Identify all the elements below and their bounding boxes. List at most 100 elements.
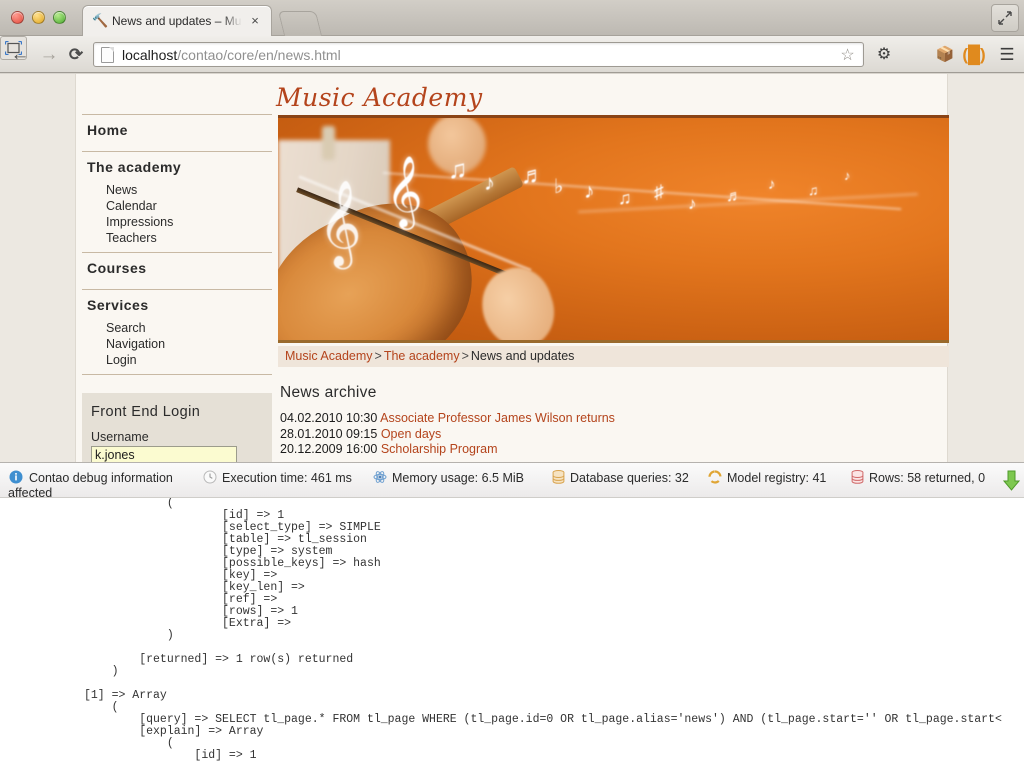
news-link[interactable]: Open days <box>381 427 441 441</box>
bookmark-star-icon[interactable]: ☆ <box>839 47 856 64</box>
debug-output-panel[interactable]: [ ] => ( [id] => 1 [select_type] => SIMP… <box>0 498 1024 768</box>
tab-title: News and updates – Music Academy <box>112 14 242 28</box>
nav-group-home: Home <box>82 115 272 151</box>
list-item: 04.02.2010 10:30 Associate Professor Jam… <box>280 411 940 427</box>
debug-item-memory-usage[interactable]: Memory usage: 6.5 MiB <box>392 471 524 486</box>
website-container: Music Academy Home The academy News Cale… <box>75 74 949 462</box>
sidebar-item-news[interactable]: News <box>82 182 272 198</box>
close-icon[interactable]: × <box>248 13 262 29</box>
browser-tabstrip: 🔨 News and updates – Music Academy × <box>0 0 1024 36</box>
music-note-icon: ♪ <box>768 176 776 193</box>
zoom-window-button[interactable] <box>53 11 66 24</box>
login-title: Front End Login <box>91 404 201 420</box>
debug-item-model-registry[interactable]: Model registry: 41 <box>727 471 826 486</box>
music-note-icon: ♫ <box>618 188 632 208</box>
fullscreen-expand-icon[interactable] <box>991 4 1019 32</box>
news-list: 04.02.2010 10:30 Associate Professor Jam… <box>280 411 940 458</box>
sidebar-item-navigation[interactable]: Navigation <box>82 336 272 352</box>
music-note-icon: ♭ <box>554 176 564 198</box>
minimize-window-button[interactable] <box>32 11 45 24</box>
reload-button[interactable]: ⟳ <box>65 44 87 66</box>
browser-toolbar: ← → ⟳ localhost/contao/core/en/news.html… <box>0 36 1024 73</box>
news-date: 28.01.2010 09:15 <box>280 426 378 441</box>
gear-icon[interactable]: ⚙ <box>872 44 896 66</box>
music-note-icon: ♪ <box>584 180 595 203</box>
username-input[interactable] <box>91 446 237 462</box>
music-note-icon: ♪ <box>688 194 697 213</box>
nav-group-services: Services Search Navigation Login <box>82 290 272 374</box>
address-bar[interactable]: localhost/contao/core/en/news.html ☆ <box>93 42 864 67</box>
back-button[interactable]: ← <box>9 44 31 66</box>
clock-icon <box>202 470 218 486</box>
main-navigation: Home The academy News Calendar Impressio… <box>82 114 272 375</box>
front-end-login-module: Front End Login Username <box>82 393 272 462</box>
url-path: /contao/core/en/news.html <box>177 47 341 63</box>
breadcrumb-item-music-academy[interactable]: Music Academy <box>285 349 373 363</box>
music-note-icon: ♪ <box>484 170 495 195</box>
info-icon <box>8 470 24 486</box>
contao-debug-bar: Contao debug information Execution time:… <box>0 462 1024 498</box>
browser-window: 🔨 News and updates – Music Academy × ← →… <box>0 0 1024 768</box>
treble-clef-icon: 𝄞 <box>386 157 423 226</box>
news-link[interactable]: Associate Professor James Wilson returns <box>380 411 615 425</box>
sidebar-item-services[interactable]: Services <box>82 290 272 320</box>
forward-button[interactable]: → <box>38 44 60 66</box>
url-host: localhost <box>122 47 178 63</box>
database-icon <box>550 470 566 486</box>
bracket-icon[interactable]: (█) <box>962 44 986 66</box>
browser-tab[interactable]: 🔨 News and updates – Music Academy × <box>82 5 272 36</box>
breadcrumb-item-current: News and updates <box>470 349 575 363</box>
nav-group-academy: The academy News Calendar Impressions Te… <box>82 152 272 252</box>
debug-item-execution-time[interactable]: Execution time: 461 ms <box>222 471 352 486</box>
green-down-arrow-icon[interactable] <box>1002 470 1021 492</box>
breadcrumb-item-the-academy[interactable]: The academy <box>384 349 460 363</box>
debug-item-database-queries[interactable]: Database queries: 32 <box>570 471 689 486</box>
memory-icon <box>372 470 388 486</box>
page-title: News archive <box>280 384 377 401</box>
url-text: localhost/contao/core/en/news.html <box>122 46 341 65</box>
document-icon <box>101 47 114 63</box>
sidebar-item-the-academy[interactable]: The academy <box>82 152 272 182</box>
new-tab-button[interactable] <box>277 11 323 36</box>
banner-image: 𝄞 𝄞 ♫ ♪ ♬ ♭ ♪ ♫ ♯ ♪ ♬ ♪ ♫ ♪ <box>278 115 949 343</box>
breadcrumb: Music Academy > The academy > News and updat… <box>278 346 949 367</box>
sidebar-item-login[interactable]: Login <box>82 352 272 368</box>
debug-item-rows-wrapped: affected <box>8 486 53 498</box>
sidebar: Home The academy News Calendar Impressio… <box>76 74 278 462</box>
registry-icon <box>707 470 723 486</box>
list-item: 28.01.2010 09:15 Open days <box>280 427 940 443</box>
sidebar-item-home[interactable]: Home <box>82 115 272 145</box>
debug-item-rows[interactable]: Rows: 58 returned, 0 <box>869 471 985 486</box>
music-note-icon: ♯ <box>654 182 664 203</box>
sidebar-item-teachers[interactable]: Teachers <box>82 230 272 246</box>
music-stand-decoration <box>322 126 335 160</box>
sidebar-item-calendar[interactable]: Calendar <box>82 198 272 214</box>
username-label: Username <box>91 430 149 444</box>
package-box-icon[interactable]: 📦 <box>933 44 957 66</box>
music-note-icon: ♪ <box>844 168 851 183</box>
news-link[interactable]: Scholarship Program <box>381 442 498 456</box>
hand-decoration <box>472 259 564 340</box>
breadcrumb-separator: > <box>374 349 382 363</box>
debug-output-text: [ ] => ( [id] => 1 [select_type] => SIMP… <box>84 498 1002 762</box>
hammer-icon: 🔨 <box>92 13 109 28</box>
page-viewport: Music Academy Home The academy News Cale… <box>0 74 1024 462</box>
music-note-icon: ♫ <box>808 182 819 198</box>
divider <box>82 374 272 375</box>
close-window-button[interactable] <box>11 11 24 24</box>
music-note-icon: ♬ <box>521 162 545 189</box>
window-controls <box>11 11 66 24</box>
treble-clef-icon: 𝄞 <box>318 181 362 264</box>
list-item: 20.12.2009 16:00 Scholarship Program <box>280 442 940 458</box>
sidebar-item-courses[interactable]: Courses <box>82 253 272 283</box>
sidebar-item-search[interactable]: Search <box>82 320 272 336</box>
news-date: 04.02.2010 10:30 <box>280 411 378 425</box>
breadcrumb-separator: > <box>461 349 469 363</box>
debug-item-info[interactable]: Contao debug information <box>29 471 173 486</box>
nav-group-courses: Courses <box>82 253 272 289</box>
main-content: 𝄞 𝄞 ♫ ♪ ♬ ♭ ♪ ♫ ♯ ♪ ♬ ♪ ♫ ♪ Music Academ… <box>278 74 949 462</box>
news-date: 20.12.2009 16:00 <box>280 442 378 456</box>
rows-icon <box>849 470 865 486</box>
sidebar-item-impressions[interactable]: Impressions <box>82 214 272 230</box>
hamburger-menu-icon[interactable]: ☰ <box>995 44 1019 66</box>
